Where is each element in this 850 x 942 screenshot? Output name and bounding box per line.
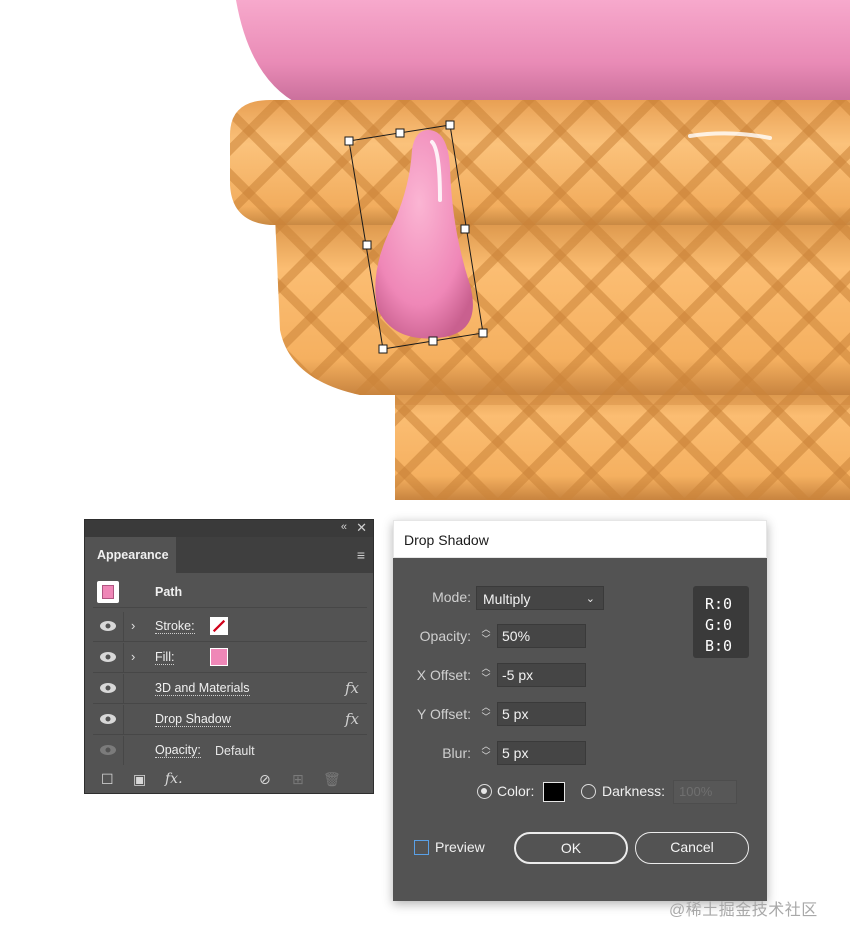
opacity-label: Opacity: — [419, 628, 471, 644]
shadow-color-swatch[interactable] — [543, 782, 565, 802]
close-icon[interactable]: ✕ — [356, 520, 367, 536]
fill-color-swatch[interactable] — [210, 648, 228, 666]
x-offset-label: X Offset: — [416, 667, 471, 683]
chevron-right-icon[interactable]: › — [131, 618, 135, 633]
duplicate-item-icon[interactable]: ⊞ — [292, 771, 304, 788]
mode-label: Mode: — [432, 589, 471, 605]
cone-middle — [275, 215, 850, 395]
appearance-row-stroke[interactable]: › Stroke: — [93, 612, 367, 642]
darkness-radio[interactable] — [581, 784, 596, 799]
chevron-down-icon: ⌄ — [585, 593, 595, 605]
trash-icon[interactable]: 🗑 — [323, 771, 341, 788]
appearance-row-opacity[interactable]: Opacity: Default — [93, 736, 367, 766]
appearance-row-fill[interactable]: › Fill: — [93, 643, 367, 673]
fx-icon[interactable]: fx — [345, 679, 359, 697]
add-fill-icon[interactable]: ▣ — [133, 771, 146, 788]
row-label-opacity[interactable]: Opacity: — [155, 744, 201, 758]
cancel-button[interactable]: Cancel — [635, 832, 749, 864]
panel-bottom-toolbar: ☐ ▣ fx. ⊘ ⊞ 🗑 — [85, 765, 373, 793]
x-offset-input[interactable]: -5 px — [497, 663, 586, 687]
panel-title-bar[interactable]: « ✕ — [85, 520, 373, 537]
appearance-row-drop-shadow[interactable]: Drop Shadow fx — [93, 705, 367, 735]
dialog-title[interactable]: Drop Shadow — [393, 520, 767, 558]
y-offset-label: Y Offset: — [417, 706, 471, 722]
row-label-drop-shadow[interactable]: Drop Shadow — [155, 713, 231, 727]
darkness-radio-label[interactable]: Darkness: — [602, 783, 665, 799]
visibility-eye-icon[interactable] — [99, 744, 117, 756]
collapse-icon[interactable]: « — [341, 521, 347, 533]
row-label-3d-materials[interactable]: 3D and Materials — [155, 682, 250, 696]
preview-label[interactable]: Preview — [435, 839, 485, 855]
opacity-input[interactable]: 50% — [497, 624, 586, 648]
clear-appearance-icon[interactable]: ⊘ — [259, 771, 271, 788]
row-divider — [123, 736, 124, 766]
rgb-r: R:0 — [705, 595, 733, 613]
appearance-row-3d[interactable]: 3D and Materials fx — [93, 674, 367, 704]
row-divider — [123, 612, 124, 642]
blur-input[interactable]: 5 px — [497, 741, 586, 765]
watermark-text: @稀土掘金技术社区 — [669, 902, 818, 919]
chevron-right-icon[interactable]: › — [131, 649, 135, 664]
darkness-input: 100% — [673, 780, 737, 804]
y-offset-input[interactable]: 5 px — [497, 702, 586, 726]
appearance-row-path[interactable]: Path — [93, 578, 367, 608]
add-effect-fx-icon[interactable]: fx. — [165, 771, 183, 787]
ice-cream-scoop — [236, 0, 850, 105]
appearance-panel: « ✕ Appearance ≡ Path › Stroke: › Fill: … — [84, 519, 374, 794]
visibility-eye-icon[interactable] — [99, 651, 117, 663]
mode-value: Multiply — [483, 591, 531, 607]
visibility-eye-icon[interactable] — [99, 682, 117, 694]
rgb-g: G:0 — [705, 616, 733, 634]
row-divider — [123, 643, 124, 673]
blur-label: Blur: — [442, 745, 471, 761]
row-divider — [123, 705, 124, 735]
row-label-stroke[interactable]: Stroke: — [155, 620, 195, 634]
visibility-eye-icon[interactable] — [99, 713, 117, 725]
drop-shadow-dialog: Drop Shadow Mode: Multiply ⌄ Opacity: ︿ ﹀… — [393, 520, 767, 901]
rgb-b: B:0 — [705, 637, 733, 655]
ok-button[interactable]: OK — [514, 832, 628, 864]
visibility-eye-icon[interactable] — [99, 620, 117, 632]
rgb-readout: R:0 G:0 B:0 — [693, 586, 749, 658]
x-offset-stepper[interactable]: ︿ ﹀ — [477, 663, 495, 687]
path-thumbnail-icon — [97, 581, 119, 603]
mode-select[interactable]: Multiply ⌄ — [476, 586, 604, 610]
row-label-fill[interactable]: Fill: — [155, 651, 175, 665]
y-offset-stepper[interactable]: ︿ ﹀ — [477, 702, 495, 726]
stroke-none-swatch[interactable] — [210, 617, 228, 635]
tab-appearance[interactable]: Appearance — [85, 537, 176, 573]
add-stroke-icon[interactable]: ☐ — [101, 771, 114, 788]
color-radio[interactable] — [477, 784, 492, 799]
row-label-path: Path — [155, 585, 183, 599]
canvas-artwork[interactable] — [0, 0, 850, 500]
opacity-value: Default — [215, 744, 255, 758]
panel-tab-row: Appearance ≡ — [85, 537, 373, 573]
preview-checkbox[interactable] — [414, 840, 429, 855]
cone-rim — [230, 100, 850, 225]
opacity-stepper[interactable]: ︿ ﹀ — [477, 624, 495, 648]
row-divider — [123, 674, 124, 704]
cone-body — [395, 380, 850, 500]
blur-stepper[interactable]: ︿ ﹀ — [477, 741, 495, 765]
color-radio-label[interactable]: Color: — [497, 783, 534, 799]
panel-menu-icon[interactable]: ≡ — [357, 547, 365, 563]
fx-icon[interactable]: fx — [345, 710, 359, 728]
